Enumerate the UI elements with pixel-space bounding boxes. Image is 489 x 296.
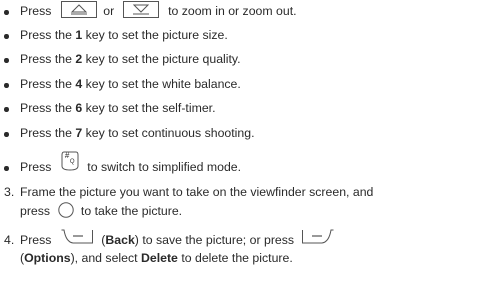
step-line-2-text: to take the picture.: [80, 204, 183, 218]
bullet: [4, 132, 9, 137]
zoom-text: to zoom in or zoom out.: [168, 4, 297, 18]
hash-key-sub: Q: [69, 158, 75, 165]
bullet: [4, 166, 9, 171]
item-text: key to set continuous shooting.: [85, 126, 255, 140]
zoom-or: or: [103, 4, 115, 18]
bullet: [4, 107, 9, 112]
key-number: 1: [75, 28, 83, 42]
back-close-paren: ): [134, 233, 139, 247]
key-number: 6: [75, 101, 83, 115]
bullet: [4, 83, 9, 88]
key-number: 2: [75, 52, 83, 66]
step-line-2-prefix: press: [20, 204, 51, 218]
item-prefix: Press the: [20, 101, 72, 115]
step-line-1-prefix: Press: [20, 233, 52, 247]
manual-page: { "bullets": { "zoom": { "pre": "Press",…: [0, 0, 489, 296]
up-key-icon: [60, 1, 97, 19]
item-prefix: Press the: [20, 126, 72, 140]
delete-label: Delete: [140, 251, 178, 265]
step-number: 4.: [4, 233, 15, 247]
key-number: 4: [75, 77, 83, 91]
right-soft-key-icon: [301, 229, 334, 245]
bullet: [4, 58, 9, 63]
item-text: key to set the white balance.: [85, 77, 241, 91]
step-line-2-text: to delete the picture.: [181, 251, 293, 265]
item-prefix: Press the: [20, 28, 72, 42]
zoom-press: Press: [20, 4, 52, 18]
item-text: to switch to simplified mode.: [87, 160, 242, 174]
back-label: Back: [105, 233, 135, 247]
step-line-1-text: to save the picture; or press: [142, 233, 295, 247]
key-number: 7: [75, 126, 83, 140]
hash-key-label: #: [64, 150, 70, 160]
left-soft-key-icon: [61, 229, 93, 245]
item-prefix: Press: [20, 160, 52, 174]
hash-key-icon: # Q: [60, 150, 80, 172]
step-line-1: Frame the picture you want to take on th…: [20, 185, 374, 199]
bullet: [4, 10, 9, 15]
item-prefix: Press the: [20, 52, 72, 66]
step-number: 3.: [4, 185, 15, 199]
item-text: key to set the self-timer.: [85, 101, 216, 115]
item-text: key to set the picture quality.: [85, 52, 241, 66]
down-key-icon: [122, 1, 159, 19]
options-close-paren: ), and select: [70, 251, 138, 265]
item-prefix: Press the: [20, 77, 72, 91]
options-label: Options: [24, 251, 71, 265]
item-text: key to set the picture size.: [85, 28, 228, 42]
bullet: [4, 34, 9, 39]
ok-key-icon: [57, 202, 74, 218]
